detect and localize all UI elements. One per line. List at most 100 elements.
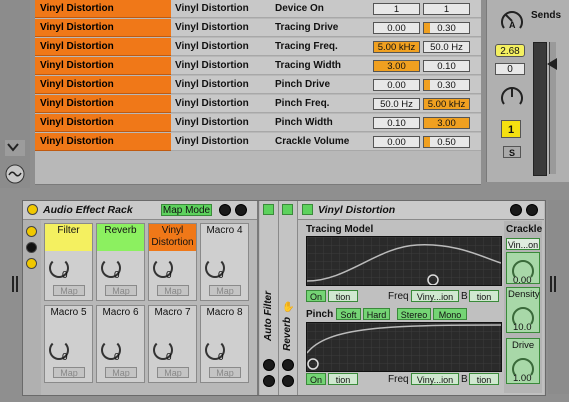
macro-knob-4[interactable]: Macro 4 0 Map	[200, 223, 249, 301]
mapping-row[interactable]: Vinyl Distortion Vinyl Distortion Pinch Fr…	[35, 95, 481, 113]
macro-name[interactable]: Macro 5	[45, 306, 92, 333]
map-button[interactable]: Map	[105, 367, 137, 378]
min-value-field[interactable]: 0.00	[373, 79, 420, 91]
macro-knob-8[interactable]: Macro 8 0 Map	[200, 305, 249, 383]
crackle-volume-field[interactable]: Vin...on	[506, 238, 540, 250]
save-preset-icon[interactable]	[282, 375, 294, 387]
macro-name[interactable]: Macro 7	[149, 306, 196, 333]
chain-name-cell[interactable]: Vinyl Distortion	[35, 133, 171, 151]
macro-knob-1[interactable]: Filter 0 Map	[44, 223, 93, 301]
drive-knob-box[interactable]: Drive 1.00	[506, 338, 540, 384]
hot-swap-icon[interactable]	[263, 359, 275, 371]
chain-name-cell[interactable]: Vinyl Distortion	[35, 0, 171, 18]
device-on-toggle-icon[interactable]	[302, 204, 313, 215]
chain-name-cell[interactable]: Vinyl Distortion	[35, 57, 171, 75]
hot-swap-icon[interactable]	[510, 204, 522, 216]
send-a-knob[interactable]: A	[499, 8, 523, 32]
min-value-field[interactable]: 50.0 Hz	[373, 98, 420, 110]
macro-knob-6[interactable]: Macro 6 0 Map	[96, 305, 145, 383]
min-value-field[interactable]: 5.00 kHz	[373, 41, 420, 53]
left-resize-grip[interactable]	[12, 276, 18, 292]
pinch-width-field[interactable]: tion	[469, 373, 499, 385]
density-knob-box[interactable]: Density 10.0	[506, 287, 540, 333]
pan-knob[interactable]	[499, 84, 523, 108]
min-value-field[interactable]: 1	[373, 3, 420, 15]
right-resize-grip[interactable]	[550, 276, 556, 292]
mapping-row[interactable]: Vinyl Distortion Vinyl Distortion Pinch Wi…	[35, 114, 481, 132]
hard-button[interactable]: Hard	[363, 308, 390, 320]
mapping-row[interactable]: Vinyl Distortion Vinyl Distortion Tracing …	[35, 19, 481, 37]
solo-button[interactable]: S	[503, 146, 521, 158]
volume-fader-thumb[interactable]	[547, 58, 557, 70]
pinch-drive-field[interactable]: tion	[328, 373, 358, 385]
mapping-row[interactable]: Vinyl Distortion Vinyl Distortion Crackle …	[35, 133, 481, 151]
mono-button[interactable]: Mono	[433, 308, 467, 320]
min-value-field[interactable]: 0.00	[373, 136, 420, 148]
stereo-button[interactable]: Stereo	[397, 308, 431, 320]
max-value-field[interactable]: 0.30	[423, 22, 470, 34]
map-mode-button[interactable]: Map Mode	[161, 204, 212, 216]
tracing-model-plot[interactable]	[306, 236, 502, 286]
tracing-freq-field[interactable]: Viny...ion	[411, 290, 459, 302]
chain-name-cell[interactable]: Vinyl Distortion	[35, 19, 171, 37]
max-value-field[interactable]: 5.00 kHz	[423, 98, 470, 110]
max-value-field[interactable]: 1	[423, 3, 470, 15]
macro-knob-5[interactable]: Macro 5 0 Map	[44, 305, 93, 383]
save-preset-icon[interactable]	[235, 204, 247, 216]
auto-filter-device[interactable]: Auto Filter	[260, 201, 279, 395]
max-value-field[interactable]: 0.30	[423, 79, 470, 91]
device-on-toggle-icon[interactable]	[282, 204, 293, 215]
min-value-field[interactable]: 3.00	[373, 60, 420, 72]
collapse-chevron-icon[interactable]	[5, 140, 25, 156]
mapping-row[interactable]: Vinyl Distortion Vinyl Distortion Pinch Dr…	[35, 76, 481, 94]
track-activator-button[interactable]: 1	[501, 120, 521, 138]
macro-knob-7[interactable]: Macro 7 0 Map	[148, 305, 197, 383]
map-button[interactable]: Map	[157, 285, 189, 296]
mapping-row[interactable]: Vinyl Distortion Vinyl Distortion Tracing …	[35, 57, 481, 75]
min-value-field[interactable]: 0.10	[373, 117, 420, 129]
mapping-row[interactable]: Vinyl Distortion Vinyl Distortion Tracing …	[35, 38, 481, 56]
show-devices-icon[interactable]	[26, 258, 37, 269]
hot-swap-icon[interactable]	[219, 204, 231, 216]
crackle-knob-box[interactable]: 0.00	[506, 252, 540, 286]
max-value-field[interactable]: 3.00	[423, 117, 470, 129]
send-value-display[interactable]: 2.68	[495, 44, 525, 57]
device-view-icon[interactable]	[5, 164, 25, 184]
macro-name[interactable]: Macro 6	[97, 306, 144, 333]
show-chains-icon[interactable]	[26, 242, 37, 253]
max-value-field[interactable]: 0.50	[423, 136, 470, 148]
map-button[interactable]: Map	[157, 367, 189, 378]
max-value-field[interactable]: 0.10	[423, 60, 470, 72]
pinch-plot[interactable]	[306, 322, 502, 372]
map-button[interactable]: Map	[53, 285, 85, 296]
macro-name[interactable]: Macro 4	[201, 224, 248, 251]
show-macros-icon[interactable]	[26, 226, 37, 237]
tracing-drive-field[interactable]: tion	[328, 290, 358, 302]
chain-name-cell[interactable]: Vinyl Distortion	[35, 114, 171, 132]
macro-name[interactable]: Reverb	[97, 224, 144, 251]
chain-name-cell[interactable]: Vinyl Distortion	[35, 38, 171, 56]
hot-swap-icon[interactable]	[282, 359, 294, 371]
max-value-field[interactable]: 50.0 Hz	[423, 41, 470, 53]
tracing-on-button[interactable]: On	[306, 290, 326, 302]
device-on-toggle-icon[interactable]	[263, 204, 274, 215]
device-on-icon[interactable]	[27, 204, 38, 215]
save-preset-icon[interactable]	[526, 204, 538, 216]
macro-name[interactable]: Vinyl Distortion	[149, 224, 196, 251]
macro-knob-2[interactable]: Reverb 0 Map	[96, 223, 145, 301]
soft-button[interactable]: Soft	[336, 308, 361, 320]
macro-knob-3[interactable]: Vinyl Distortion 0 Map	[148, 223, 197, 301]
mapping-row[interactable]: Vinyl Distortion Vinyl Distortion Device O…	[35, 0, 481, 18]
min-value-field[interactable]: 0.00	[373, 22, 420, 34]
map-button[interactable]: Map	[209, 367, 241, 378]
macro-name[interactable]: Macro 8	[201, 306, 248, 333]
chain-name-cell[interactable]: Vinyl Distortion	[35, 76, 171, 94]
reverb-device[interactable]: ✋ Reverb	[279, 201, 298, 395]
chain-name-cell[interactable]: Vinyl Distortion	[35, 95, 171, 113]
pinch-freq-field[interactable]: Viny...ion	[411, 373, 459, 385]
tracing-width-field[interactable]: tion	[469, 290, 499, 302]
map-button[interactable]: Map	[105, 285, 137, 296]
map-button[interactable]: Map	[53, 367, 85, 378]
map-button[interactable]: Map	[209, 285, 241, 296]
save-preset-icon[interactable]	[263, 375, 275, 387]
